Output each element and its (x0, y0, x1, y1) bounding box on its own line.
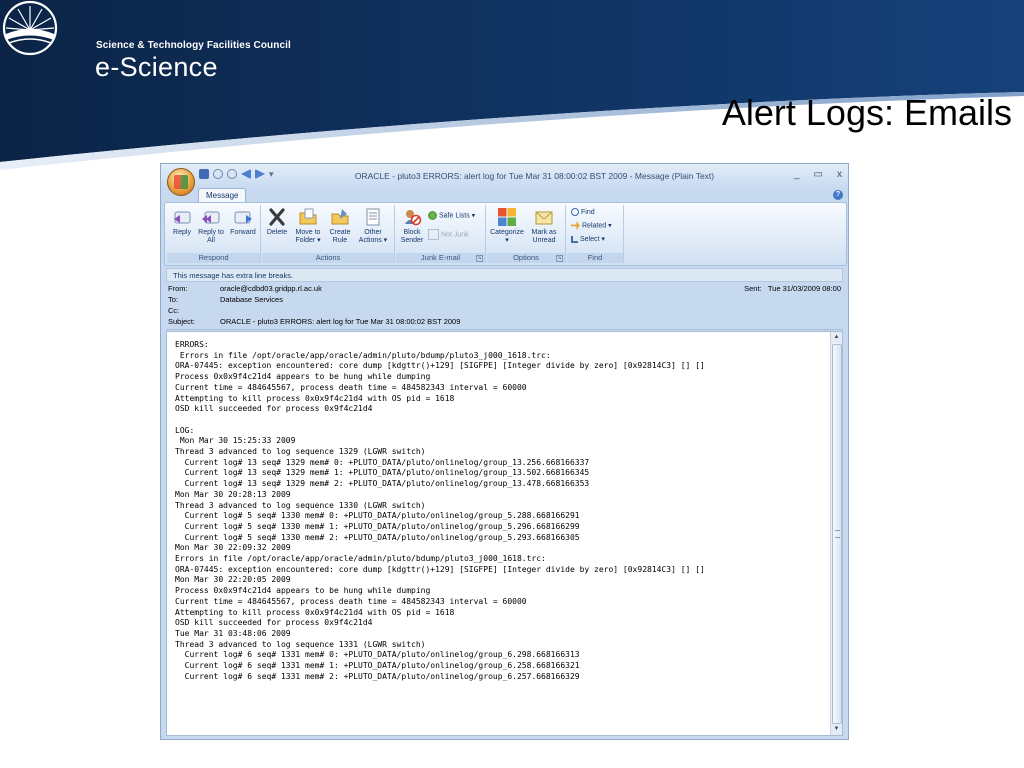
office-button[interactable] (167, 168, 195, 196)
group-respond: Reply Reply to All Forward Respond (167, 205, 261, 263)
to-label: To: (168, 295, 179, 304)
not-junk-button[interactable]: Not Junk (428, 229, 469, 240)
categorize-button[interactable]: Categorize ▾ (489, 207, 525, 245)
not-junk-icon (428, 229, 439, 240)
group-label-find: Find (567, 253, 623, 263)
window-controls: _ ▭ x (794, 169, 842, 180)
binoculars-icon (571, 208, 579, 217)
other-actions-icon (366, 208, 380, 226)
ribbon-tabs: Message (161, 188, 848, 203)
scroll-up-arrow-icon[interactable]: ▲ (831, 332, 842, 343)
group-actions: Delete Move to Folder ▾ Create Rule Othe… (262, 205, 395, 263)
safe-lists-button[interactable]: Safe Lists ▾ (428, 211, 475, 221)
group-label-junk-email: Junk E-mail ↘ (396, 253, 485, 263)
to-row: To: Database Services (168, 294, 843, 305)
group-find: Find Related ▾ Select ▾ Find (567, 205, 624, 263)
message-body-pane[interactable]: ERRORS: Errors in file /opt/oracle/app/o… (166, 331, 843, 736)
block-sender-icon (405, 210, 422, 226)
vertical-scrollbar[interactable]: ▲ ▼ (830, 332, 842, 735)
help-icon[interactable]: ? (833, 190, 843, 200)
forward-icon (234, 211, 252, 224)
envelope-icon (535, 211, 553, 225)
extra-line-breaks-infobar[interactable]: This message has extra line breaks. (166, 268, 843, 282)
block-sender-button[interactable]: Block Sender (399, 207, 425, 245)
group-label-respond: Respond (167, 253, 260, 263)
delete-button[interactable]: Delete (264, 207, 290, 237)
move-to-folder-button[interactable]: Move to Folder ▾ (292, 207, 324, 245)
reply-all-button[interactable]: Reply to All (197, 207, 225, 245)
reply-all-icon (202, 211, 220, 224)
mark-as-unread-button[interactable]: Mark as Unread (527, 207, 561, 245)
select-button[interactable]: Select ▾ (571, 235, 605, 245)
tab-message[interactable]: Message (198, 188, 247, 203)
subject-value: ORACLE - pluto3 ERRORS: alert log for Tu… (220, 317, 461, 326)
ribbon: Reply Reply to All Forward Respond Delet… (164, 202, 847, 266)
sent-field: Sent: Tue 31/03/2009 08:00 (744, 283, 841, 294)
window-title: ORACLE - pluto3 ERRORS: alert log for Tu… (354, 171, 715, 181)
related-button[interactable]: Related ▾ (571, 221, 612, 231)
subject-label: Subject: (168, 317, 196, 326)
dialog-launcher-icon[interactable]: ↘ (476, 255, 483, 262)
group-label-actions: Actions (262, 253, 394, 263)
header-divider (166, 329, 843, 330)
scroll-thumb[interactable] (832, 344, 842, 724)
find-button[interactable]: Find (571, 208, 595, 218)
cursor-icon (571, 235, 578, 243)
rule-icon (331, 209, 349, 225)
cc-label: Cc: (168, 306, 180, 315)
slide-title: Alert Logs: Emails (721, 92, 1012, 133)
group-junk-email: Block Sender Safe Lists ▾ Not Junk Junk … (396, 205, 486, 263)
from-label: From: (168, 284, 188, 293)
subject-row: Subject: ORACLE - pluto3 ERRORS: alert l… (168, 316, 843, 327)
dialog-launcher-icon[interactable]: ↘ (556, 255, 563, 262)
title-bar: ▾ ORACLE - pluto3 ERRORS: alert log for … (161, 164, 848, 196)
reply-icon (174, 211, 191, 224)
group-options: Categorize ▾ Mark as Unread Options ↘ (487, 205, 566, 263)
reply-button[interactable]: Reply (170, 207, 194, 237)
org-name: Science & Technology Facilities Council (96, 40, 291, 51)
group-label-options: Options ↘ (487, 253, 565, 263)
related-icon (571, 221, 580, 230)
slide-header: Science & Technology Facilities Council … (0, 0, 1024, 170)
from-value[interactable]: oracle@cdbd03.gridpp.rl.ac.uk (220, 283, 322, 294)
create-rule-button[interactable]: Create Rule (326, 207, 354, 245)
other-actions-button[interactable]: Other Actions ▾ (356, 207, 390, 245)
scroll-down-arrow-icon[interactable]: ▼ (831, 724, 842, 735)
sent-label: Sent: (744, 284, 762, 293)
categorize-icon (498, 208, 516, 226)
cc-row: Cc: (168, 305, 843, 316)
maximize-button[interactable]: ▭ (814, 169, 823, 180)
folder-icon (299, 208, 317, 225)
stfc-logo-icon (2, 0, 58, 56)
forward-button[interactable]: Forward (228, 207, 258, 237)
header-background (0, 0, 1024, 170)
office-logo-icon (174, 175, 188, 189)
to-value[interactable]: Database Services (220, 294, 283, 305)
sent-value: Tue 31/03/2009 08:00 (767, 284, 841, 293)
delete-icon (269, 208, 285, 226)
grip-icon (835, 530, 840, 538)
close-button[interactable]: x (837, 169, 842, 180)
message-headers: From: oracle@cdbd03.gridpp.rl.ac.uk Sent… (166, 283, 843, 331)
safe-lists-icon (428, 211, 437, 220)
message-body-text[interactable]: ERRORS: Errors in file /opt/oracle/app/o… (175, 340, 830, 683)
brand-name: e-Science (95, 52, 218, 82)
minimize-button[interactable]: _ (794, 169, 800, 180)
outlook-message-window: ▾ ORACLE - pluto3 ERRORS: alert log for … (160, 163, 849, 740)
from-row: From: oracle@cdbd03.gridpp.rl.ac.uk Sent… (168, 283, 843, 294)
